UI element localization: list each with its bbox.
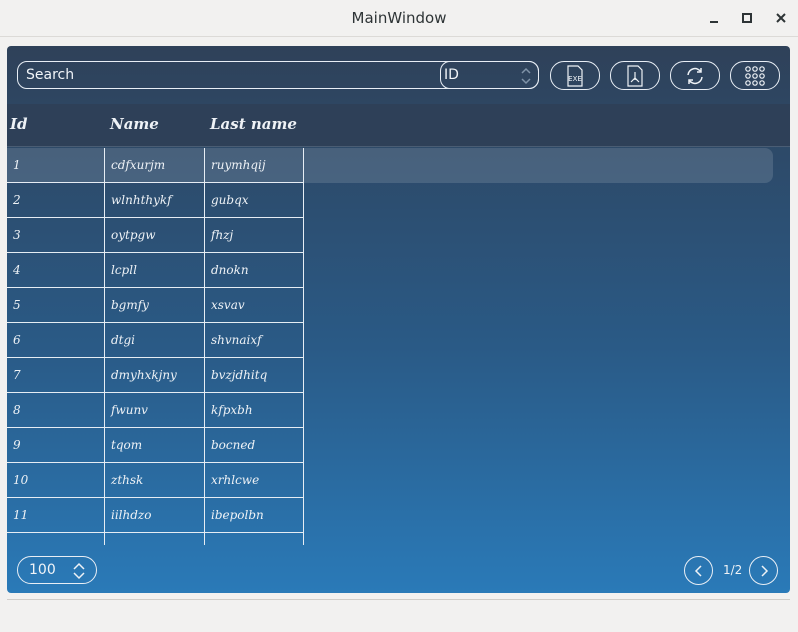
filter-value: ID [444, 67, 459, 83]
svg-text:EXE: EXE [568, 75, 582, 83]
cell-id[interactable]: 9 [7, 428, 104, 463]
cell-name[interactable]: fwunv [104, 393, 204, 428]
cell-name[interactable]: iilhdzo [104, 498, 204, 533]
page-size-value: 100 [29, 562, 56, 578]
table-row-partial [7, 533, 304, 545]
table-body: 1 cdfxurjm ruymhqij 2 wlnhthykf gubqx 3 oytpgw f… [7, 148, 790, 545]
column-header-name[interactable]: Name [110, 115, 159, 133]
status-bar [7, 599, 790, 600]
table-row[interactable]: 2 wlnhthykf gubqx [7, 183, 304, 218]
cell-id[interactable]: 11 [7, 498, 104, 533]
page-indicator: 1/2 [723, 563, 743, 577]
cell-name[interactable]: lcpll [104, 253, 204, 288]
close-button[interactable] [773, 10, 789, 26]
cell-last-name[interactable]: kfpxbh [204, 393, 304, 428]
cell-id[interactable]: 4 [7, 253, 104, 288]
export-pdf-button[interactable] [610, 61, 660, 90]
cell-name[interactable]: dmyhxkjny [104, 358, 204, 393]
cell-name[interactable]: oytpgw [104, 218, 204, 253]
cell-id[interactable]: 6 [7, 323, 104, 358]
cell-empty [104, 533, 204, 545]
cell-id[interactable]: 1 [7, 148, 104, 183]
table-row[interactable]: 3 oytpgw fhzj [7, 218, 304, 253]
table-header: Id Name Last name [7, 104, 790, 147]
cell-name[interactable]: cdfxurjm [104, 148, 204, 183]
cell-id[interactable]: 8 [7, 393, 104, 428]
search-placeholder: Search [26, 67, 75, 83]
column-header-last-name[interactable]: Last name [210, 115, 297, 133]
cell-last-name[interactable]: bocned [204, 428, 304, 463]
table-row[interactable]: 11 iilhdzo ibepolbn [7, 498, 304, 533]
up-down-arrows-icon [73, 562, 85, 580]
cell-name[interactable]: tqom [104, 428, 204, 463]
table-row[interactable]: 5 bgmfy xsvav [7, 288, 304, 323]
cell-name[interactable]: dtgi [104, 323, 204, 358]
maximize-icon [742, 13, 752, 23]
cell-empty [7, 533, 104, 545]
page-size-spinbox[interactable]: 100 [17, 556, 97, 584]
grid-menu-button[interactable] [730, 61, 780, 90]
window-title: MainWindow [351, 9, 447, 27]
chevron-right-icon [760, 564, 768, 577]
pdf-export-icon [627, 64, 643, 87]
table-row[interactable]: 9 tqom bocned [7, 428, 304, 463]
table-row[interactable]: 7 dmyhxkjny bvzjdhitq [7, 358, 304, 393]
title-bar: MainWindow [0, 0, 798, 37]
main-panel: Search ID EXE Id Name Last name 1 cdfxur… [7, 46, 790, 593]
table-row[interactable]: 6 dtgi shvnaixf [7, 323, 304, 358]
cell-id[interactable]: 2 [7, 183, 104, 218]
column-header-id[interactable]: Id [10, 115, 28, 133]
cell-id[interactable]: 10 [7, 463, 104, 498]
cell-last-name[interactable]: shvnaixf [204, 323, 304, 358]
next-page-button[interactable] [749, 556, 778, 585]
cell-last-name[interactable]: dnokn [204, 253, 304, 288]
table-row[interactable]: 8 fwunv kfpxbh [7, 393, 304, 428]
cell-last-name[interactable]: ibepolbn [204, 498, 304, 533]
cell-last-name[interactable]: gubqx [204, 183, 304, 218]
cell-last-name[interactable]: fhzj [204, 218, 304, 253]
maximize-button[interactable] [739, 10, 755, 26]
cell-id[interactable]: 3 [7, 218, 104, 253]
chevron-left-icon [694, 564, 702, 577]
close-icon [776, 13, 786, 23]
table-row[interactable]: 10 zthsk xrhlcwe [7, 463, 304, 498]
cell-last-name[interactable]: xsvav [204, 288, 304, 323]
table-row[interactable]: 1 cdfxurjm ruymhqij [7, 148, 773, 183]
export-exe-button[interactable]: EXE [550, 61, 600, 90]
exe-export-icon: EXE [567, 64, 583, 87]
refresh-icon [687, 67, 703, 84]
cell-last-name[interactable]: bvzjdhitq [204, 358, 304, 393]
cell-name[interactable]: bgmfy [104, 288, 204, 323]
minimize-icon [710, 21, 718, 23]
minimize-button[interactable] [706, 10, 722, 26]
up-down-arrows-icon [521, 67, 531, 85]
refresh-button[interactable] [670, 61, 720, 90]
cell-id[interactable]: 5 [7, 288, 104, 323]
filter-combobox[interactable]: ID [440, 61, 539, 89]
grid-menu-icon [745, 65, 765, 86]
previous-page-button[interactable] [684, 556, 713, 585]
cell-id[interactable]: 7 [7, 358, 104, 393]
cell-name[interactable]: wlnhthykf [104, 183, 204, 218]
cell-last-name[interactable]: xrhlcwe [204, 463, 304, 498]
table-row[interactable]: 4 lcpll dnokn [7, 253, 304, 288]
cell-name[interactable]: zthsk [104, 463, 204, 498]
cell-last-name[interactable]: ruymhqij [204, 148, 304, 183]
cell-empty [204, 533, 304, 545]
